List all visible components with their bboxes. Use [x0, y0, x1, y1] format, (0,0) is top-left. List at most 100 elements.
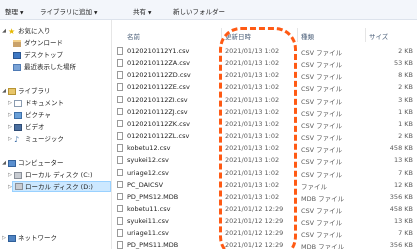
- column-header-size[interactable]: サイズ: [369, 31, 388, 41]
- nav-label: ピクチャ: [25, 111, 51, 119]
- expand-arrow-icon[interactable]: ▷: [7, 110, 13, 121]
- column-divider[interactable]: [221, 28, 222, 42]
- file-row[interactable]: 0120210112ZA.csv 2021/01/13 1:02 CSV ファイル 5…: [113, 57, 417, 69]
- expand-arrow-icon[interactable]: ▷: [7, 182, 13, 193]
- pane-splitter[interactable]: [111, 20, 112, 249]
- expand-arrow-icon[interactable]: ▷: [7, 98, 13, 109]
- file-icon: [117, 83, 123, 91]
- file-type: CSV ファイル: [301, 219, 343, 228]
- file-row[interactable]: 0120210112Y1.csv 2021/01/13 1:02 CSV ファイル 2…: [113, 45, 417, 57]
- file-date: 2021/01/13 1:02: [225, 119, 280, 128]
- dropdown-arrow-icon: ▼: [148, 11, 152, 16]
- file-type: MDB ファイル: [301, 243, 345, 249]
- file-type: CSV ファイル: [301, 121, 343, 130]
- add-to-library-label: ライブラリに追加: [40, 8, 92, 16]
- nav-item-recent[interactable]: 最近表示した場所: [0, 62, 111, 73]
- column-header-type[interactable]: 種類: [301, 31, 314, 41]
- column-header-date[interactable]: 更新日時: [225, 31, 251, 41]
- file-row[interactable]: PC_DAICSV 2021/01/13 1:02 ファイル 12 KB: [113, 179, 417, 191]
- file-size: 458 KB: [389, 144, 413, 153]
- expand-arrow-icon[interactable]: ▷: [1, 233, 7, 244]
- nav-item-pictures[interactable]: ▷ ピクチャ: [0, 110, 111, 121]
- file-date: 2021/01/13 1:02: [225, 192, 280, 201]
- nav-label: コンピューター: [18, 159, 64, 167]
- nav-item-drive-d[interactable]: ▷ ローカル ディスク (D:): [8, 181, 111, 192]
- file-row[interactable]: syukei11.csv 2021/01/12 12:29 CSV ファイル 13 K…: [113, 215, 417, 227]
- file-row[interactable]: 0120210112ZK.csv 2021/01/13 1:02 CSV ファイル 1…: [113, 118, 417, 130]
- file-size: 8 KB: [398, 71, 413, 80]
- nav-item-documents[interactable]: ▷ ドキュメント: [0, 98, 111, 109]
- file-row[interactable]: 0120210112ZE.csv 2021/01/13 1:02 CSV ファイル 2…: [113, 81, 417, 93]
- file-date: 2021/01/13 1:02: [225, 59, 280, 68]
- file-type: MDB ファイル: [301, 194, 345, 203]
- file-date: 2021/01/13 1:02: [225, 144, 280, 153]
- add-to-library-button[interactable]: ライブラリに追加 ▼: [40, 6, 97, 16]
- file-name: syukei12.csv: [127, 156, 169, 165]
- file-name: 0120210112ZA.csv: [127, 59, 191, 68]
- share-button[interactable]: 共有 ▼: [133, 6, 151, 16]
- file-icon: [117, 107, 123, 116]
- file-row[interactable]: 0120210112ZI.csv 2021/01/13 1:02 CSV ファイル 3…: [113, 94, 417, 106]
- organize-menu-button[interactable]: 整理 ▼: [5, 6, 23, 16]
- nav-item-network[interactable]: ▷ ネットワーク: [0, 233, 111, 244]
- collapse-arrow-icon[interactable]: ◢: [1, 26, 7, 37]
- file-size: 1 KB: [398, 119, 413, 128]
- file-icon: [117, 47, 123, 55]
- file-row[interactable]: kobetu12.csv 2021/01/13 1:02 CSV ファイル 458 K…: [113, 142, 417, 154]
- nav-item-desktop[interactable]: デスクトップ: [0, 50, 111, 61]
- file-date: 2021/01/13 1:02: [225, 83, 280, 92]
- share-label: 共有: [133, 8, 146, 16]
- file-row[interactable]: kobetu11.csv 2021/01/12 12:29 CSV ファイル 458 …: [113, 203, 417, 215]
- collapse-arrow-icon[interactable]: ◢: [1, 86, 7, 97]
- file-date: 2021/01/13 1:02: [225, 156, 280, 165]
- collapse-arrow-icon[interactable]: ◢: [1, 158, 7, 169]
- file-date: 2021/01/12 12:29: [225, 204, 284, 213]
- file-name: kobetu12.csv: [127, 144, 171, 153]
- new-folder-button[interactable]: 新しいフォルダー: [173, 6, 225, 16]
- expand-arrow-icon[interactable]: ▷: [7, 170, 13, 181]
- nav-label: デスクトップ: [24, 51, 63, 59]
- column-header-name[interactable]: 名前: [127, 31, 140, 41]
- expand-arrow-icon[interactable]: ▷: [7, 122, 13, 133]
- file-type: CSV ファイル: [301, 85, 343, 94]
- file-size: 7 KB: [398, 229, 413, 238]
- expand-arrow-icon[interactable]: ▷: [7, 134, 13, 145]
- file-type: CSV ファイル: [301, 73, 343, 82]
- nav-item-downloads[interactable]: ダウンロード: [0, 38, 111, 49]
- nav-label: ダウンロード: [24, 39, 63, 47]
- file-row[interactable]: 0120210112ZJ.csv 2021/01/13 1:02 CSV ファイル 1…: [113, 106, 417, 118]
- file-row[interactable]: 0120210112ZL.csv 2021/01/13 1:02 CSV ファイル 2…: [113, 130, 417, 142]
- file-row[interactable]: uriage12.csv 2021/01/13 1:02 CSV ファイル 7 KB: [113, 167, 417, 179]
- file-type: CSV ファイル: [301, 61, 343, 70]
- nav-item-music[interactable]: ▷ ♪ ミュージック: [0, 134, 111, 145]
- star-icon: ★: [8, 27, 16, 36]
- file-row[interactable]: PD_PMS12.MDB 2021/01/13 1:02 MDB ファイル 356 K…: [113, 191, 417, 203]
- column-divider[interactable]: [365, 28, 366, 42]
- file-icon: [117, 132, 123, 140]
- file-type: ファイル: [301, 182, 327, 191]
- desktop-icon: [13, 52, 21, 59]
- nav-item-videos[interactable]: ▷ ビデオ: [0, 122, 111, 133]
- file-type: CSV ファイル: [301, 158, 343, 167]
- nav-item-favorites[interactable]: ◢ ★ お気に入り: [0, 26, 111, 37]
- column-divider[interactable]: [297, 28, 298, 42]
- file-date: 2021/01/13 1:02: [225, 47, 280, 55]
- file-row[interactable]: PD_PMS11.MDB 2021/01/12 12:29 MDB ファイル 356 …: [113, 239, 417, 249]
- nav-item-computer[interactable]: ◢ コンピューター: [0, 158, 111, 169]
- file-name: 0120210112ZL.csv: [127, 132, 190, 141]
- file-row[interactable]: syukei12.csv 2021/01/13 1:02 CSV ファイル 13 KB: [113, 154, 417, 166]
- nav-label: ミュージック: [25, 135, 64, 143]
- computer-icon: [8, 160, 16, 167]
- library-icon: [8, 88, 16, 95]
- file-icon: [117, 71, 123, 79]
- file-date: 2021/01/13 1:02: [225, 107, 280, 116]
- nav-label: ドキュメント: [25, 99, 64, 107]
- nav-item-libraries[interactable]: ◢ ライブラリ: [0, 86, 111, 97]
- file-size: 3 KB: [398, 95, 413, 104]
- file-icon: [117, 180, 123, 189]
- file-size: 53 KB: [393, 59, 413, 68]
- nav-item-drive-c[interactable]: ▷ ローカル ディスク (C:): [0, 170, 111, 181]
- navigation-pane: ◢ ★ お気に入り ダウンロード デスクトップ 最近表示した場所 ◢ ライブラリ…: [0, 20, 111, 249]
- file-row[interactable]: 0120210112ZD.csv 2021/01/13 1:02 CSV ファイル 8…: [113, 69, 417, 81]
- file-row[interactable]: uriage11.csv 2021/01/12 12:29 CSV ファイル 7 KB: [113, 227, 417, 239]
